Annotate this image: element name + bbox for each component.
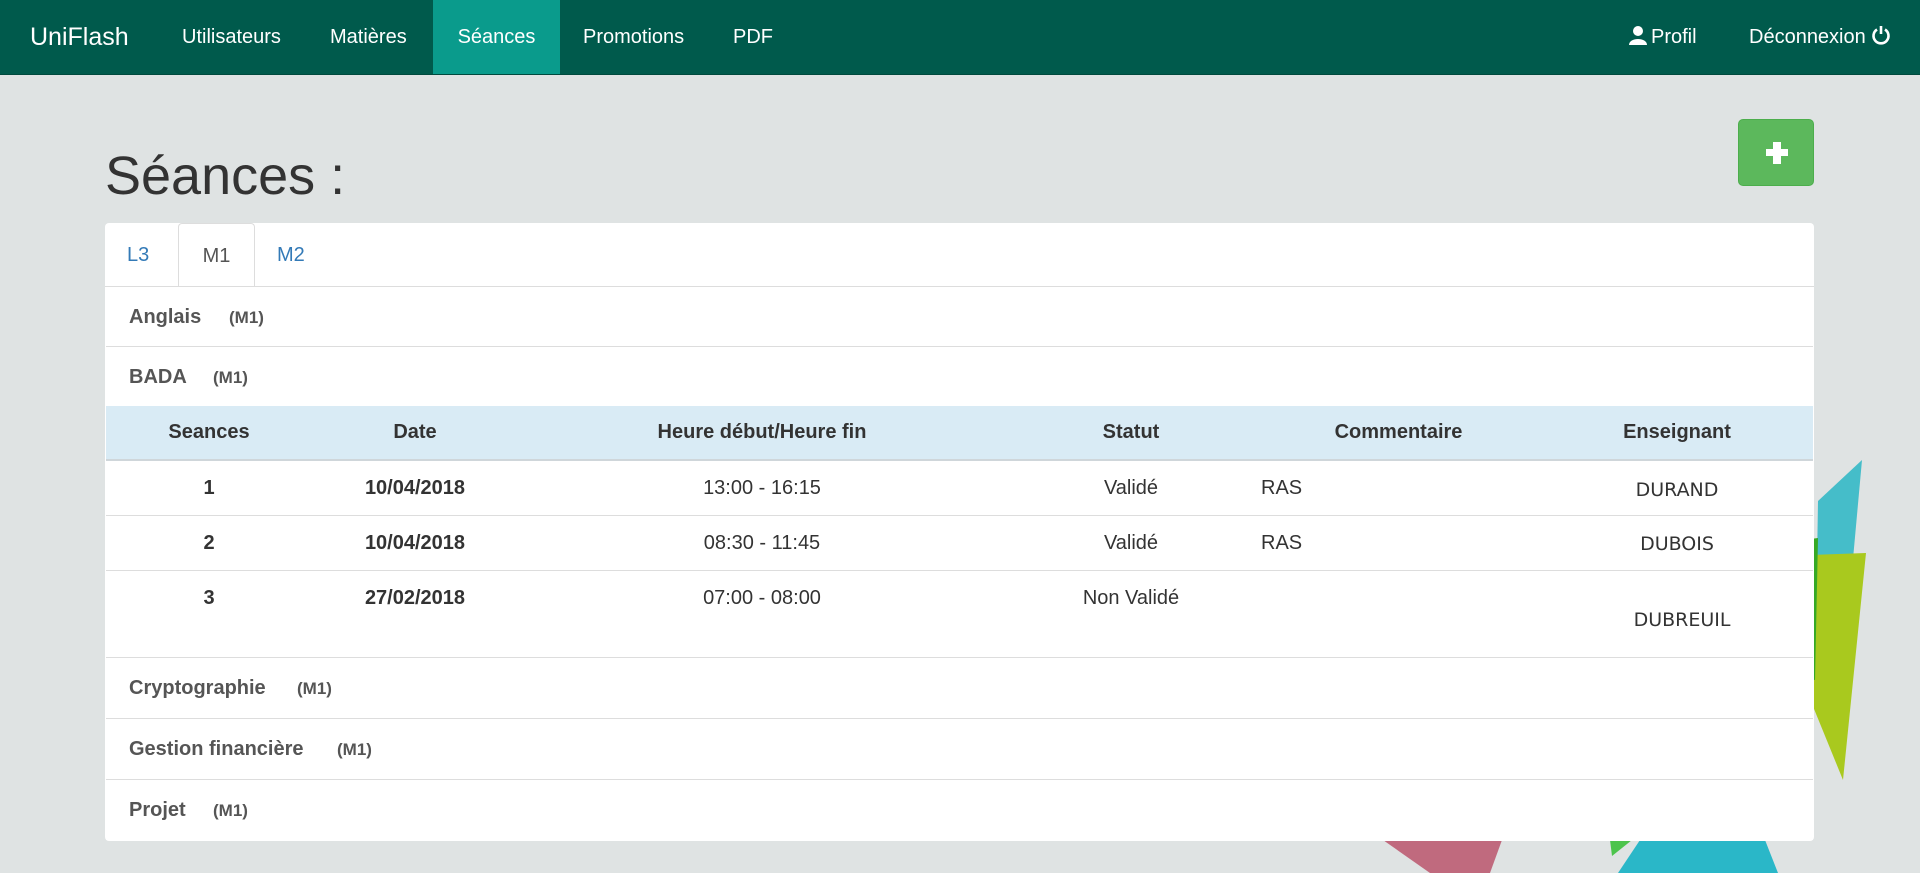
course-group-anglais[interactable]: Anglais (M1)	[106, 286, 1813, 346]
nav-item-seances[interactable]: Séances	[433, 0, 560, 74]
column-header-date: Date	[393, 421, 437, 443]
promotion-tabs: L3 M1 M2	[105, 223, 1814, 288]
course-group-gestion-financiere[interactable]: Gestion financière (M1)	[106, 718, 1813, 778]
column-header-teacher: Enseignant	[1623, 421, 1731, 443]
seance-date: 27/02/2018	[364, 587, 466, 609]
course-level: (M1)	[229, 308, 264, 327]
course-level: (M1)	[297, 679, 332, 698]
deco-triangle-cyan-bottom	[1618, 840, 1778, 873]
course-title: Cryptographie	[129, 677, 266, 699]
seance-date: 10/04/2018	[364, 532, 466, 554]
profile-label: Profil	[1651, 26, 1697, 48]
seance-number: 3	[203, 587, 215, 609]
deco-triangle-green-bottom	[1610, 840, 1632, 856]
seance-status: Validé	[1103, 477, 1159, 499]
nav-item-matieres[interactable]: Matières	[307, 0, 430, 74]
seances-panel: L3 M1 M2 Anglais (M1) BADA (M1) Seances …	[105, 223, 1814, 841]
nav-item-utilisateurs[interactable]: Utilisateurs	[159, 0, 304, 74]
seance-comment: RAS	[1261, 532, 1303, 554]
course-title: Projet	[129, 799, 186, 821]
deco-triangle-pink	[1383, 840, 1502, 873]
tab-m1[interactable]: M1	[178, 223, 255, 288]
column-header-comment: Commentaire	[1334, 421, 1463, 443]
seance-hours: 13:00 - 16:15	[703, 477, 821, 499]
tab-l3[interactable]: L3	[105, 223, 171, 287]
seance-teacher: DUBREUIL	[1633, 609, 1731, 631]
top-navbar: UniFlash Utilisateurs Matières Séances P…	[0, 0, 1920, 75]
power-icon	[1871, 25, 1891, 45]
course-title: BADA	[129, 366, 187, 388]
seance-comment: RAS	[1261, 477, 1303, 499]
column-header-hours: Heure début/Heure fin	[657, 421, 867, 443]
nav-profile-link[interactable]: Profil	[1605, 0, 1720, 74]
tab-m2[interactable]: M2	[255, 223, 327, 287]
table-row: 3 27/02/2018 07:00 - 08:00 Non Validé DU…	[106, 571, 1813, 656]
seances-table-header: Seances Date Heure début/Heure fin Statu…	[106, 406, 1813, 461]
seance-hours: 07:00 - 08:00	[703, 587, 821, 609]
course-group-cryptographie[interactable]: Cryptographie (M1)	[106, 657, 1813, 717]
nav-item-promotions[interactable]: Promotions	[560, 0, 707, 74]
course-group-bada[interactable]: BADA (M1)	[106, 346, 1813, 406]
course-level: (M1)	[213, 801, 248, 820]
course-level: (M1)	[213, 368, 248, 387]
seance-number: 1	[203, 477, 215, 499]
seance-hours: 08:30 - 11:45	[703, 532, 821, 554]
course-title: Anglais	[129, 306, 202, 328]
column-header-status: Statut	[1102, 421, 1160, 443]
nav-logout-link[interactable]: Déconnexion	[1726, 0, 1917, 74]
seance-status: Validé	[1103, 532, 1159, 554]
user-icon	[1628, 25, 1648, 45]
seance-teacher: DURAND	[1635, 479, 1719, 501]
seance-date: 10/04/2018	[364, 477, 466, 499]
course-group-projet[interactable]: Projet (M1)	[106, 779, 1813, 840]
logout-label: Déconnexion	[1749, 26, 1866, 48]
page-title: Séances :	[105, 146, 346, 206]
brand-logo[interactable]: UniFlash	[30, 0, 129, 74]
add-seance-button[interactable]	[1738, 119, 1814, 186]
table-row: 1 10/04/2018 13:00 - 16:15 Validé RAS DU…	[106, 461, 1813, 516]
course-level: (M1)	[337, 740, 372, 759]
table-row: 2 10/04/2018 08:30 - 11:45 Validé RAS DU…	[106, 516, 1813, 571]
nav-item-pdf[interactable]: PDF	[710, 0, 796, 74]
seance-number: 2	[203, 532, 215, 554]
course-title: Gestion financière	[129, 738, 304, 760]
seance-teacher: DUBOIS	[1640, 533, 1714, 555]
column-header-seances: Seances	[168, 421, 250, 443]
seance-status: Non Validé	[1082, 587, 1180, 609]
